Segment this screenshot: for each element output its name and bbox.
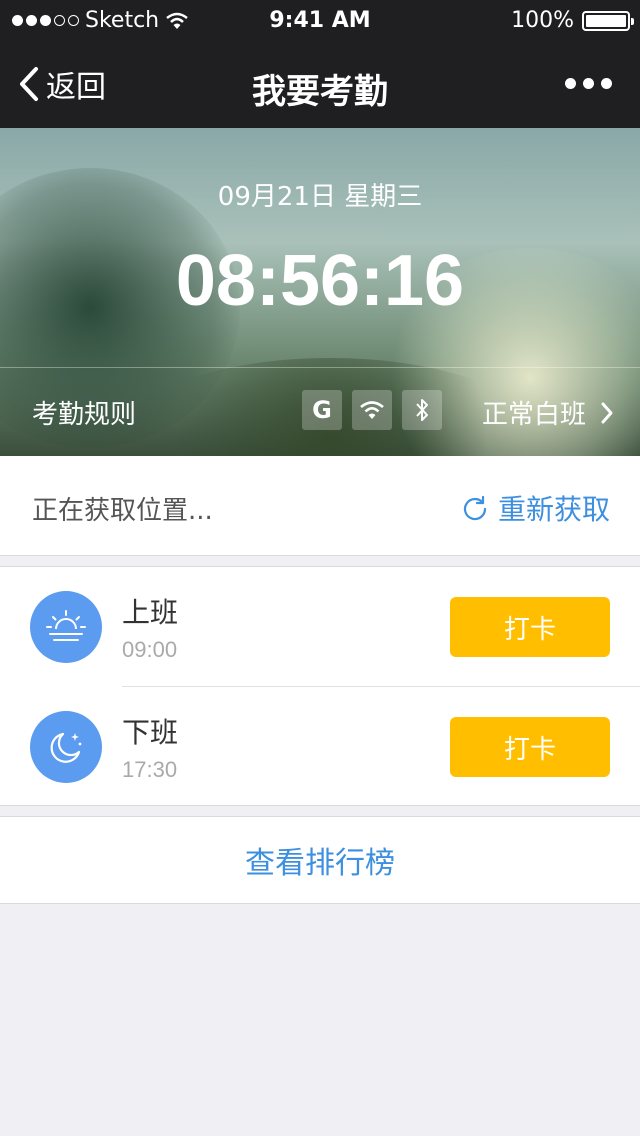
battery-icon xyxy=(582,10,634,31)
page-title: 我要考勤 xyxy=(252,72,388,112)
signal-icons: G xyxy=(302,390,442,430)
nav-bar: 返回 我要考勤 xyxy=(0,40,640,128)
shift-label: 正常白班 xyxy=(481,400,586,430)
current-clock: 08:56:16 xyxy=(175,241,465,321)
shift-selector[interactable]: 正常白班 xyxy=(482,394,614,431)
wifi-icon xyxy=(352,390,392,430)
attendance-rules-label[interactable]: 考勤规则 xyxy=(32,394,136,431)
attendance-records: 上班 09:00 打卡 下班 17:30 打卡 xyxy=(0,566,640,806)
ranking-label: 查看排行榜 xyxy=(245,846,395,881)
clock-out-button[interactable]: 打卡 xyxy=(450,717,610,777)
clock-in-time: 09:00 xyxy=(122,637,178,662)
sunrise-icon xyxy=(30,591,102,663)
more-dot xyxy=(601,78,612,89)
current-date: 09月21日 星期三 xyxy=(217,182,423,212)
refresh-icon xyxy=(463,495,487,521)
hero-banner: 09月21日 星期三 08:56:16 考勤规则 G 正常白班 xyxy=(0,128,640,456)
battery-group: 100% xyxy=(511,8,634,33)
list-item: 上班 09:00 打卡 xyxy=(0,567,640,687)
more-dot xyxy=(583,78,594,89)
moon-icon xyxy=(30,711,102,783)
clock-out-title: 下班 xyxy=(122,716,179,749)
refresh-label: 重新获取 xyxy=(497,493,610,526)
status-bar: Sketch 9:41 AM 100% xyxy=(0,0,640,40)
hero-divider xyxy=(0,367,640,368)
more-button[interactable] xyxy=(565,78,612,89)
view-ranking-button[interactable]: 查看排行榜 xyxy=(0,816,640,904)
location-status: 正在获取位置... xyxy=(32,496,213,526)
battery-percent: 100% xyxy=(511,8,574,33)
clock-in-button[interactable]: 打卡 xyxy=(450,597,610,657)
gps-icon: G xyxy=(302,390,342,430)
list-item: 下班 17:30 打卡 xyxy=(0,687,640,807)
location-bar: 正在获取位置... 重新获取 xyxy=(0,456,640,556)
refresh-location-button[interactable]: 重新获取 xyxy=(462,488,610,528)
clock-out-time: 17:30 xyxy=(122,757,178,782)
chevron-right-icon xyxy=(601,402,613,423)
bluetooth-icon xyxy=(402,390,442,430)
clock-in-title: 上班 xyxy=(122,596,179,629)
more-dot xyxy=(565,78,576,89)
